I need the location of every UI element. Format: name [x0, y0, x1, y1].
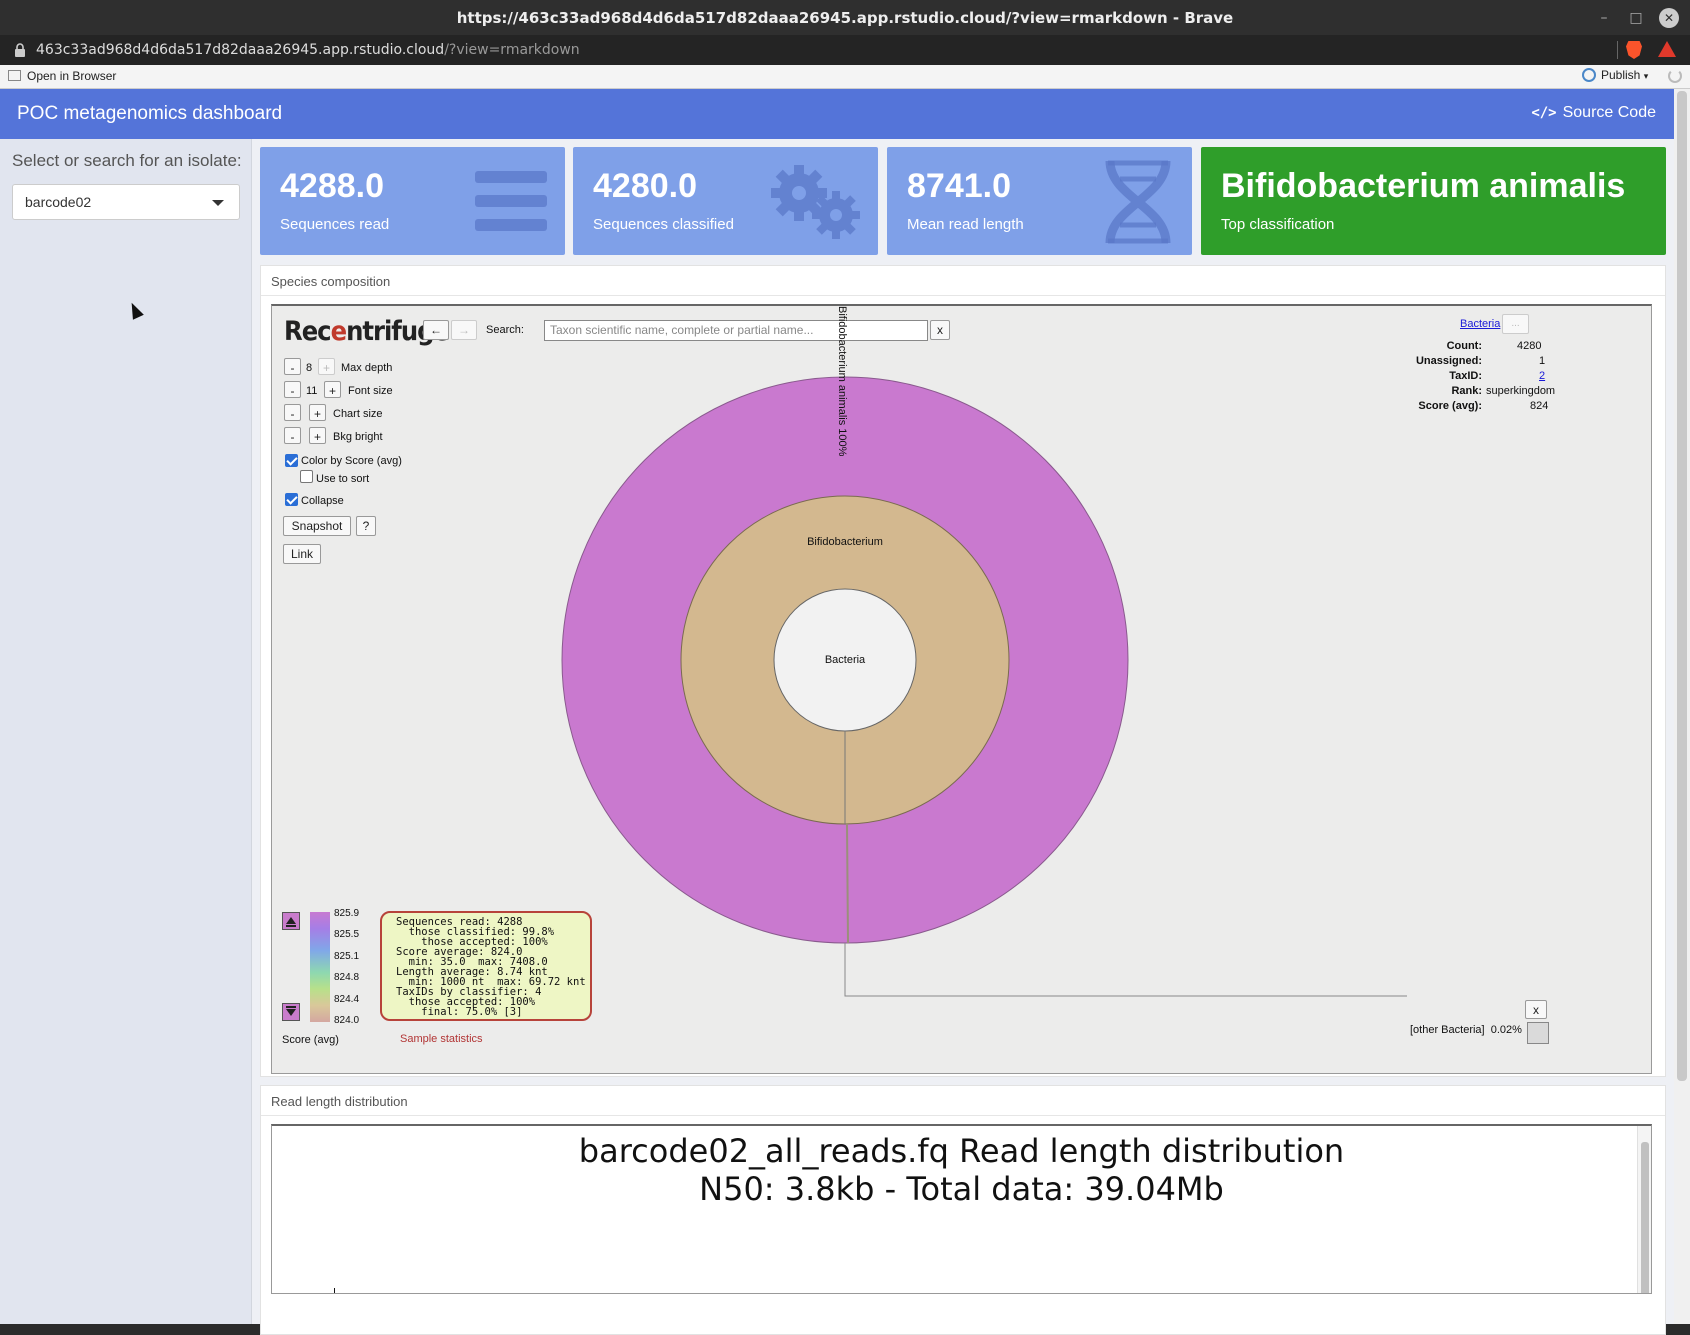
source-code-link[interactable]: </> Source Code [1531, 104, 1656, 122]
code-icon: </> [1531, 105, 1557, 121]
plot-title-line1: barcode02_all_reads.fq Read length distr… [578, 1132, 1345, 1170]
lock-icon [15, 43, 25, 57]
species-composition-card: Species composition Recentrifuge ← → Sea… [260, 265, 1666, 1077]
sample-stats-label: Sample statistics [400, 1033, 483, 1045]
window-titlebar: https://463c33ad968d4d6da517d82daaa26945… [0, 0, 1690, 35]
address-bar[interactable]: 463c33ad968d4d6da517d82daaa26945.app.rst… [0, 35, 1690, 65]
chevron-down-icon [212, 200, 224, 206]
value-box-mean-read-length: 8741.0 Mean read length [887, 147, 1192, 255]
value-box-caption: Sequences read [280, 216, 390, 233]
publish-icon [1582, 68, 1596, 82]
arrow-down-icon [286, 1006, 296, 1016]
value-box-value: 8741.0 [907, 167, 1011, 205]
value-box-value: Bifidobacterium animalis [1221, 167, 1626, 205]
publish-button[interactable]: Publish ▾ [1582, 68, 1648, 82]
scale-tick: 825.9 [334, 908, 360, 919]
open-in-browser-button[interactable]: Open in Browser [8, 69, 116, 83]
dashboard-navbar: POC metagenomics dashboard </> Source Cod… [0, 89, 1674, 139]
value-box-caption: Top classification [1221, 216, 1335, 233]
sunburst-divider [846, 823, 849, 944]
other-bacteria-label: [other Bacteria] 0.02% [1410, 1024, 1522, 1036]
url-host: 463c33ad968d4d6da517d82daaa26945.app.rst… [36, 42, 445, 58]
read-length-card: Read length distribution barcode02_all_r… [260, 1085, 1666, 1335]
url-text[interactable]: 463c33ad968d4d6da517d82daaa26945.app.rst… [36, 42, 580, 58]
toolbar-separator [1617, 41, 1618, 59]
value-box-caption: Sequences classified [593, 216, 734, 233]
other-pct: 0.02% [1490, 1024, 1522, 1036]
score-color-scale [310, 912, 330, 1022]
sunburst-species-label: Bifidobacterium animalis 100% [836, 306, 848, 457]
dashboard-title: POC metagenomics dashboard [17, 103, 283, 124]
refresh-icon[interactable] [1668, 69, 1682, 83]
other-name: [other Bacteria] [1410, 1024, 1485, 1036]
isolate-select-label: Select or search for an isolate: [12, 151, 242, 170]
scale-tick: 825.5 [334, 929, 360, 940]
open-in-browser-label: Open in Browser [27, 69, 117, 83]
plot-frame-scrollbar[interactable] [1637, 1126, 1651, 1293]
sidebar: Select or search for an isolate: barcode… [0, 139, 252, 1324]
gears-icon [771, 165, 860, 239]
scale-tick: 825.1 [334, 951, 360, 962]
scrollbar-thumb[interactable] [1641, 1142, 1649, 1293]
sunburst-center-label: Bacteria [825, 654, 866, 666]
rstudio-viewer-bar: Open in Browser Publish ▾ [0, 65, 1690, 89]
open-window-icon [8, 70, 21, 81]
plot-axis-tick [334, 1288, 335, 1293]
scale-tick: 824.0 [334, 1015, 360, 1026]
read-length-plot-title: barcode02_all_reads.fq Read length distr… [272, 1132, 1651, 1208]
scrollbar-thumb[interactable] [1677, 91, 1687, 1081]
scale-up-button[interactable] [282, 912, 300, 930]
recentrifuge-frame: Recentrifuge ← → Search: Taxon scientifi… [271, 304, 1652, 1074]
sample-stats-tooltip: Sequences read: 4288 those classified: 9… [380, 911, 592, 1021]
dna-icon [1105, 160, 1171, 244]
value-box-value: 4280.0 [593, 167, 697, 205]
sunburst-genus-label: Bifidobacterium [807, 536, 883, 548]
card-header: Read length distribution [261, 1086, 1665, 1116]
brave-shields-icon[interactable] [1626, 41, 1642, 59]
close-window-button[interactable]: ✕ [1659, 8, 1679, 28]
value-box-sequences-read: 4288.0 Sequences read [260, 147, 565, 255]
arrow-up-icon [286, 917, 296, 927]
other-close-button[interactable]: x [1525, 1000, 1547, 1019]
brave-rewards-icon[interactable] [1658, 41, 1676, 57]
scale-tick: 824.8 [334, 972, 360, 983]
source-code-label: Source Code [1562, 104, 1656, 121]
value-box-caption: Mean read length [907, 216, 1024, 233]
value-box-sequences-classified: 4280.0 Sequences classified [573, 147, 878, 255]
minimize-button[interactable]: – [1594, 8, 1614, 28]
main-content: 4288.0 Sequences read 4280.0 Sequences c… [252, 139, 1674, 1335]
score-scale-label: Score (avg) [282, 1034, 339, 1046]
window-title: https://463c33ad968d4d6da517d82daaa26945… [456, 9, 1234, 27]
plot-title-line2: N50: 3.8kb - Total data: 39.04Mb [699, 1170, 1224, 1208]
other-bacteria-swatch[interactable] [1527, 1022, 1549, 1044]
page-scrollbar[interactable] [1674, 89, 1690, 1324]
read-length-plot-frame: barcode02_all_reads.fq Read length distr… [271, 1124, 1652, 1294]
bars-icon [475, 171, 547, 231]
url-path: /?view=rmarkdown [444, 42, 580, 58]
isolate-selected-value: barcode02 [25, 194, 92, 210]
other-leader-line [844, 943, 1407, 997]
value-box-value: 4288.0 [280, 167, 384, 205]
scale-down-button[interactable] [282, 1003, 300, 1021]
chevron-down-icon: ▾ [1643, 71, 1649, 81]
card-header: Species composition [261, 266, 1665, 296]
isolate-select[interactable]: barcode02 [12, 184, 240, 220]
maximize-button[interactable]: □ [1626, 8, 1646, 28]
value-box-top-classification: Bifidobacterium animalis Top classificat… [1201, 147, 1666, 255]
scale-tick: 824.4 [334, 994, 360, 1005]
publish-label: Publish [1601, 68, 1641, 82]
